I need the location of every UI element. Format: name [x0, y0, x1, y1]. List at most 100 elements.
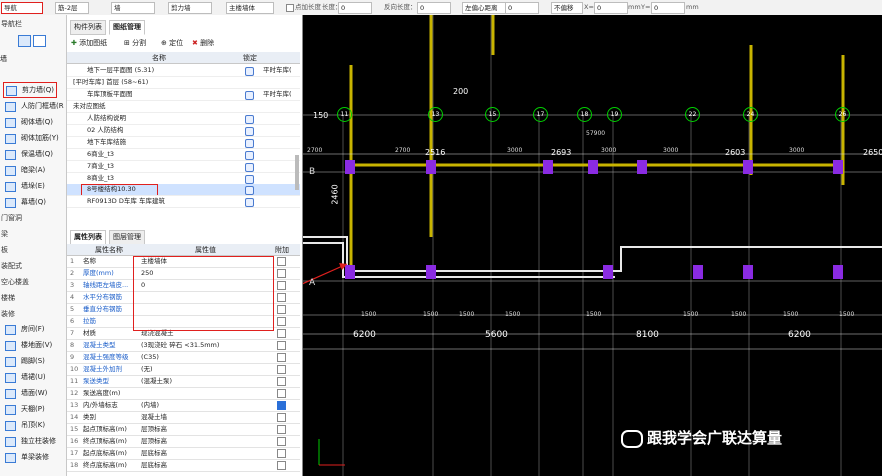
property-value[interactable]: 混凝土墙: [141, 411, 269, 423]
category-select[interactable]: 剪力墙: [168, 2, 212, 14]
attach-checkbox[interactable]: [277, 269, 286, 278]
drawing-row[interactable]: 02 人防结构: [67, 125, 300, 137]
lock-icon[interactable]: [245, 186, 254, 195]
drawing-row-selected[interactable]: 8号楼结构10.30: [67, 184, 300, 196]
lock-icon[interactable]: [245, 198, 254, 207]
lock-icon[interactable]: [245, 127, 254, 136]
sidebar-item-dado[interactable]: 墙裙(U): [3, 370, 65, 384]
attach-checkbox[interactable]: [277, 365, 286, 374]
type-select[interactable]: 墙: [111, 2, 155, 14]
sidebar-item-hidden-beam[interactable]: 暗梁(A): [3, 163, 65, 177]
drawing-row[interactable]: RF0913D D车库 车库建筑: [67, 196, 300, 208]
section-wall[interactable]: 墙: [0, 54, 66, 66]
sidebar-item-column-finish[interactable]: 独立柱装修: [3, 434, 65, 448]
lock-icon[interactable]: [245, 151, 254, 160]
attach-checkbox[interactable]: [277, 257, 286, 266]
offset-mode-select[interactable]: 左偏心距离: [462, 2, 506, 14]
tree-view-icon[interactable]: [33, 35, 46, 47]
lock-icon[interactable]: [245, 175, 254, 184]
sidebar-item-wall-pier[interactable]: 墙垛(E): [3, 179, 65, 193]
sidebar-item-curtain-wall[interactable]: 幕墙(Q): [3, 195, 65, 209]
attach-checkbox[interactable]: [277, 353, 286, 362]
sidebar-item-civil-defense-wall[interactable]: 人防门框墙(R: [3, 99, 65, 113]
property-value[interactable]: (无): [141, 363, 269, 375]
property-value[interactable]: 层顶标高: [141, 435, 269, 447]
sidebar-item-masonry-reinforcement[interactable]: 砌体加筋(Y): [3, 131, 65, 145]
drawing-row[interactable]: 车库顶板平面图 平时车库(: [67, 89, 300, 101]
drawing-list-scrollbar[interactable]: [295, 155, 299, 190]
attach-checkbox[interactable]: [277, 389, 286, 398]
add-drawing-button[interactable]: ✚ 添加图纸: [71, 38, 107, 49]
split-button[interactable]: ⊞ 分割: [124, 38, 146, 49]
attach-checkbox[interactable]: [277, 461, 286, 470]
property-value[interactable]: (3现浇砼 碎石 <31.5mm): [141, 339, 269, 351]
attach-checkbox[interactable]: [277, 401, 286, 410]
attach-checkbox[interactable]: [277, 449, 286, 458]
delete-button[interactable]: ✖ 删除: [192, 38, 214, 49]
drawing-row[interactable]: 7商业_t3: [67, 161, 300, 173]
section-stair[interactable]: 楼梯: [0, 292, 67, 304]
tab-property-list[interactable]: 属性列表: [70, 230, 106, 245]
view-select[interactable]: 导航: [1, 2, 43, 14]
cad-canvas[interactable]: 11 13 15 17 18 19 22 24 26 200 2516 2693…: [303, 15, 882, 476]
layer-select[interactable]: 筋-2层: [55, 2, 89, 14]
section-hollow-floor[interactable]: 空心楼盖: [0, 276, 67, 288]
attach-checkbox[interactable]: [277, 293, 286, 302]
attach-checkbox[interactable]: [277, 437, 286, 446]
attach-checkbox[interactable]: [277, 317, 286, 326]
offset-input[interactable]: 0: [505, 2, 539, 14]
property-value[interactable]: (C35): [141, 351, 269, 363]
sidebar-item-floor[interactable]: 楼地面(V): [3, 338, 65, 352]
lock-icon[interactable]: [245, 163, 254, 172]
lock-icon[interactable]: [245, 139, 254, 148]
property-row[interactable]: 18 终点底标高(m) 层底标高: [67, 459, 300, 472]
reverse-length-input[interactable]: 0: [417, 2, 451, 14]
section-beam[interactable]: 梁: [0, 228, 67, 240]
tab-layer-manage[interactable]: 图层管理: [109, 230, 145, 245]
attach-checkbox[interactable]: [277, 413, 286, 422]
sidebar-item-wall-surface[interactable]: 墙面(W): [3, 386, 65, 400]
element-select[interactable]: 主楼墙体: [226, 2, 274, 14]
sidebar-item-ceiling[interactable]: 天棚(P): [3, 402, 65, 416]
lock-icon[interactable]: [245, 115, 254, 124]
attach-checkbox[interactable]: [277, 305, 286, 314]
sidebar-item-insulation-wall[interactable]: 保温墙(Q): [3, 147, 65, 161]
drawing-row[interactable]: 未对应图纸: [67, 101, 300, 113]
drawing-row[interactable]: 人防结构说明: [67, 113, 300, 125]
tab-component-list[interactable]: 构件列表: [70, 20, 106, 35]
locate-button[interactable]: ⊕ 定位: [161, 38, 183, 49]
lock-icon[interactable]: [245, 67, 254, 76]
section-slab[interactable]: 板: [0, 244, 67, 256]
property-value[interactable]: 层底标高: [141, 459, 269, 471]
attach-checkbox[interactable]: [277, 329, 286, 338]
property-value[interactable]: (混凝土泵): [141, 375, 269, 387]
point-length-checkbox[interactable]: [286, 4, 294, 12]
sidebar-item-skirting[interactable]: 踢脚(S): [3, 354, 65, 368]
sidebar-item-masonry-wall[interactable]: 砌体墙(Q): [3, 115, 65, 129]
drawing-row[interactable]: 地下车库结施: [67, 137, 300, 149]
sidebar-item-shear-wall[interactable]: 剪力墙(Q): [3, 82, 57, 98]
attach-checkbox[interactable]: [277, 425, 286, 434]
section-prefab[interactable]: 装配式: [0, 260, 67, 272]
property-value[interactable]: 层顶标高: [141, 423, 269, 435]
attach-checkbox[interactable]: [277, 281, 286, 290]
lock-icon[interactable]: [245, 91, 254, 100]
drawing-row[interactable]: 6商业_t3: [67, 149, 300, 161]
tab-drawing-manage[interactable]: 图纸管理: [109, 20, 145, 35]
x-input[interactable]: 0: [594, 2, 628, 14]
sidebar-item-beam-finish[interactable]: 单梁装修: [3, 450, 65, 464]
attach-checkbox[interactable]: [277, 341, 286, 350]
drawing-row[interactable]: 地下一层平面图 (5.31) 平时车库(: [67, 65, 300, 77]
attach-checkbox[interactable]: [277, 377, 286, 386]
list-view-icon[interactable]: [18, 35, 31, 47]
drawing-row[interactable]: [平时车库] 首层 (58~61): [67, 77, 300, 89]
sidebar-item-suspended-ceiling[interactable]: 吊顶(K): [3, 418, 65, 432]
length-input[interactable]: 0: [338, 2, 372, 14]
no-offset-select[interactable]: 不偏移: [551, 2, 583, 14]
section-door-window[interactable]: 门窗洞: [0, 212, 67, 224]
property-value[interactable]: (内墙): [141, 399, 269, 411]
y-input[interactable]: 0: [651, 2, 685, 14]
section-decoration[interactable]: 装修: [0, 308, 67, 320]
property-value[interactable]: 层底标高: [141, 447, 269, 459]
sidebar-item-room[interactable]: 房间(F): [3, 322, 65, 336]
